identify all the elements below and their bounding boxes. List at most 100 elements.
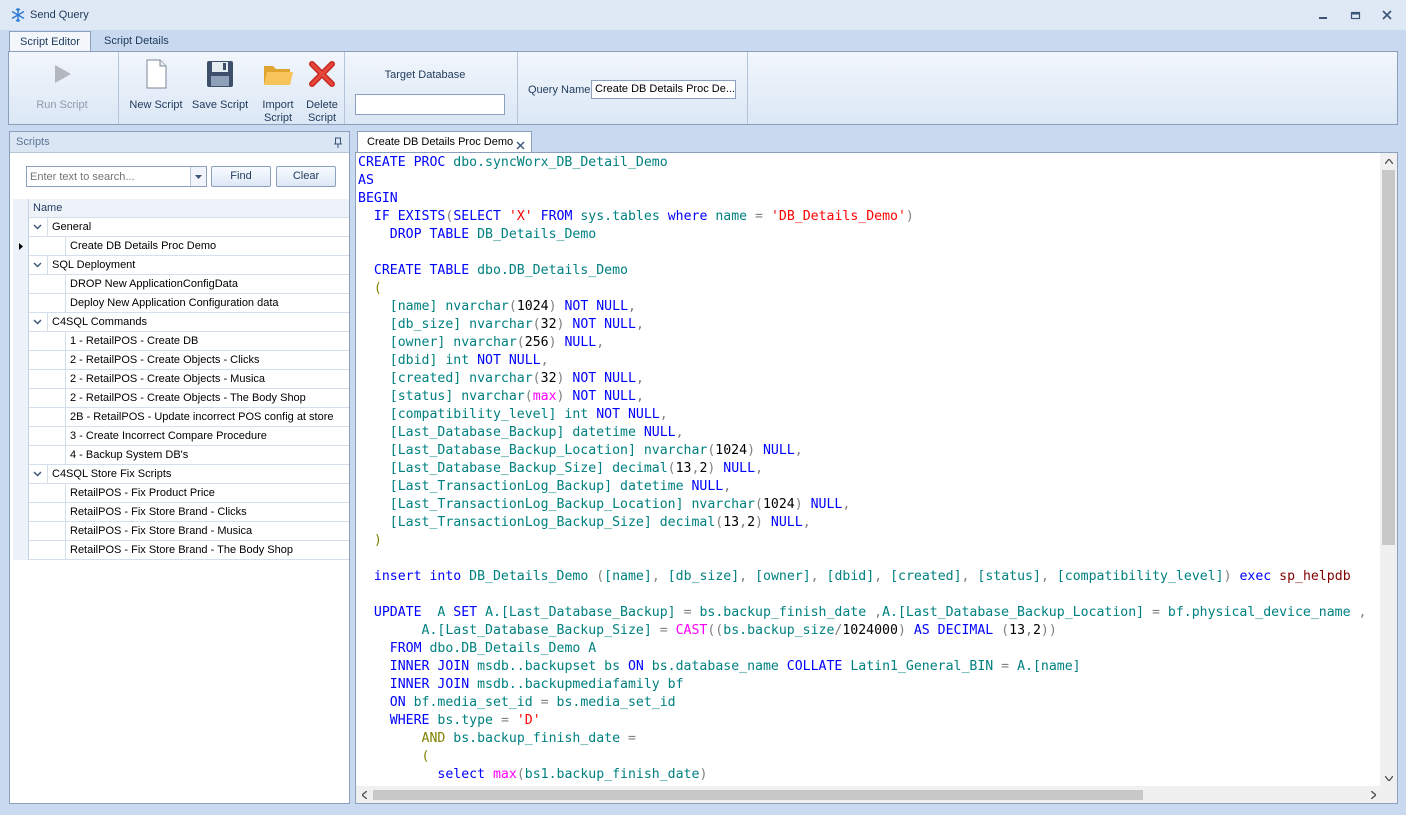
list-item[interactable]: RetailPOS - Fix Product Price	[13, 484, 349, 503]
group-row[interactable]: C4SQL Store Fix Scripts	[13, 465, 349, 484]
pin-icon[interactable]	[333, 136, 343, 157]
row-gutter	[29, 294, 66, 313]
group-row[interactable]: SQL Deployment	[13, 256, 349, 275]
code-token: [Last_Database_Backup_Location] nvarchar	[358, 443, 708, 458]
code-token: 'DB_Details_Demo'	[770, 209, 906, 224]
code-line: [status] nvarchar(max) NOT NULL,	[358, 388, 1366, 406]
code-token: 256	[524, 335, 549, 350]
row-indicator[interactable]	[13, 503, 29, 522]
save-script-button[interactable]: Save Script	[189, 58, 251, 112]
horizontal-scroll-thumb[interactable]	[373, 790, 1143, 800]
code-token: where	[667, 209, 716, 224]
list-item[interactable]: 4 - Backup System DB's	[13, 446, 349, 465]
code-token: select	[437, 767, 493, 782]
snowflake-icon	[10, 7, 26, 23]
row-indicator[interactable]	[13, 332, 29, 351]
list-item[interactable]: Create DB Details Proc Demo	[13, 237, 349, 256]
restore-button[interactable]	[1342, 6, 1368, 24]
list-item[interactable]: 3 - Create Incorrect Compare Procedure	[13, 427, 349, 446]
import-script-button[interactable]: Import Script	[255, 58, 301, 125]
list-item[interactable]: RetailPOS - Fix Store Brand - Musica	[13, 522, 349, 541]
editor-tab[interactable]: Create DB Details Proc Demo	[357, 131, 532, 153]
tab-script-editor[interactable]: Script Editor	[9, 31, 91, 52]
close-button[interactable]	[1374, 6, 1400, 24]
scrollbar-corner	[1380, 786, 1397, 803]
run-script-button[interactable]: Run Script	[31, 58, 93, 112]
list-item[interactable]: RetailPOS - Fix Store Brand - The Body S…	[13, 541, 349, 560]
row-indicator[interactable]	[13, 465, 29, 484]
column-header-name[interactable]: Name	[33, 202, 62, 214]
row-indicator[interactable]	[13, 237, 29, 256]
row-indicator[interactable]	[13, 370, 29, 389]
code-token: AS DECIMAL	[913, 623, 1002, 638]
list-item[interactable]: 2 - RetailPOS - Create Objects - Clicks	[13, 351, 349, 370]
collapse-chevron-icon[interactable]	[33, 260, 42, 272]
import-script-label-line1: Import	[262, 99, 294, 111]
code-content[interactable]: CREATE PROC dbo.syncWorx_DB_Detail_Demo A…	[358, 154, 1366, 784]
tab-script-details[interactable]: Script Details	[94, 31, 179, 52]
scroll-down-icon[interactable]	[1380, 770, 1397, 787]
list-item[interactable]: DROP New ApplicationConfigData	[13, 275, 349, 294]
row-indicator[interactable]	[13, 446, 29, 465]
row-indicator[interactable]	[13, 218, 29, 237]
code-line: [compatibility_level] int NOT NULL,	[358, 406, 1366, 424]
query-name-input[interactable]: Create DB Details Proc De...	[591, 80, 736, 99]
code-token: 13	[723, 515, 740, 530]
row-indicator[interactable]	[13, 256, 29, 275]
code-token: [created]	[890, 569, 962, 584]
vertical-scrollbar[interactable]	[1380, 153, 1397, 787]
list-item[interactable]: 1 - RetailPOS - Create DB	[13, 332, 349, 351]
list-item[interactable]: RetailPOS - Fix Store Brand - Clicks	[13, 503, 349, 522]
scroll-up-icon[interactable]	[1380, 153, 1397, 170]
row-indicator[interactable]	[13, 408, 29, 427]
script-name: 1 - RetailPOS - Create DB	[70, 335, 199, 347]
vertical-scroll-thumb[interactable]	[1382, 170, 1395, 545]
row-indicator[interactable]	[13, 389, 29, 408]
row-indicator[interactable]	[13, 522, 29, 541]
code-token: nvarchar	[445, 299, 509, 314]
search-dropdown-button[interactable]	[190, 167, 206, 186]
minimize-button[interactable]	[1310, 6, 1336, 24]
horizontal-scrollbar[interactable]	[356, 786, 1382, 803]
row-indicator[interactable]	[13, 351, 29, 370]
list-item[interactable]: 2B - RetailPOS - Update incorrect POS co…	[13, 408, 349, 427]
code-token: ,	[755, 461, 764, 476]
row-indicator[interactable]	[13, 275, 29, 294]
code-token: A.[Last_Database_Backup]	[485, 605, 684, 620]
code-token: ,	[635, 317, 644, 332]
row-indicator[interactable]	[13, 294, 29, 313]
code-line: CREATE TABLE dbo.DB_Details_Demo	[358, 262, 1366, 280]
clear-button[interactable]: Clear	[276, 166, 336, 187]
code-token: IF EXISTS	[373, 209, 446, 224]
collapse-chevron-icon[interactable]	[33, 469, 42, 481]
code-token: max	[492, 767, 517, 782]
script-name: 3 - Create Incorrect Compare Procedure	[70, 430, 267, 442]
collapse-chevron-icon[interactable]	[33, 317, 42, 329]
row-indicator[interactable]	[13, 427, 29, 446]
row-indicator[interactable]	[13, 313, 29, 332]
search-input[interactable]	[27, 167, 187, 186]
new-script-button[interactable]: New Script	[127, 58, 185, 112]
code-token: 32	[540, 317, 557, 332]
code-editor[interactable]: CREATE PROC dbo.syncWorx_DB_Detail_Demo A…	[355, 152, 1398, 804]
save-script-label: Save Script	[191, 99, 249, 111]
list-item[interactable]: 2 - RetailPOS - Create Objects - Musica	[13, 370, 349, 389]
row-indicator[interactable]	[13, 484, 29, 503]
list-item[interactable]: 2 - RetailPOS - Create Objects - The Bod…	[13, 389, 349, 408]
group-row[interactable]: General	[13, 218, 349, 237]
scroll-left-icon[interactable]	[356, 786, 373, 803]
delete-script-label-line2: Script	[307, 112, 337, 124]
target-database-input[interactable]	[355, 94, 505, 115]
list-item[interactable]: Deploy New Application Configuration dat…	[13, 294, 349, 313]
collapse-chevron-icon[interactable]	[33, 222, 42, 234]
find-button[interactable]: Find	[211, 166, 271, 187]
delete-script-button[interactable]: Delete Script	[299, 58, 345, 125]
code-token: [created] nvarchar	[358, 371, 533, 386]
code-line: [created] nvarchar(32) NOT NULL,	[358, 370, 1366, 388]
row-indicator[interactable]	[13, 541, 29, 560]
group-row[interactable]: C4SQL Commands	[13, 313, 349, 332]
